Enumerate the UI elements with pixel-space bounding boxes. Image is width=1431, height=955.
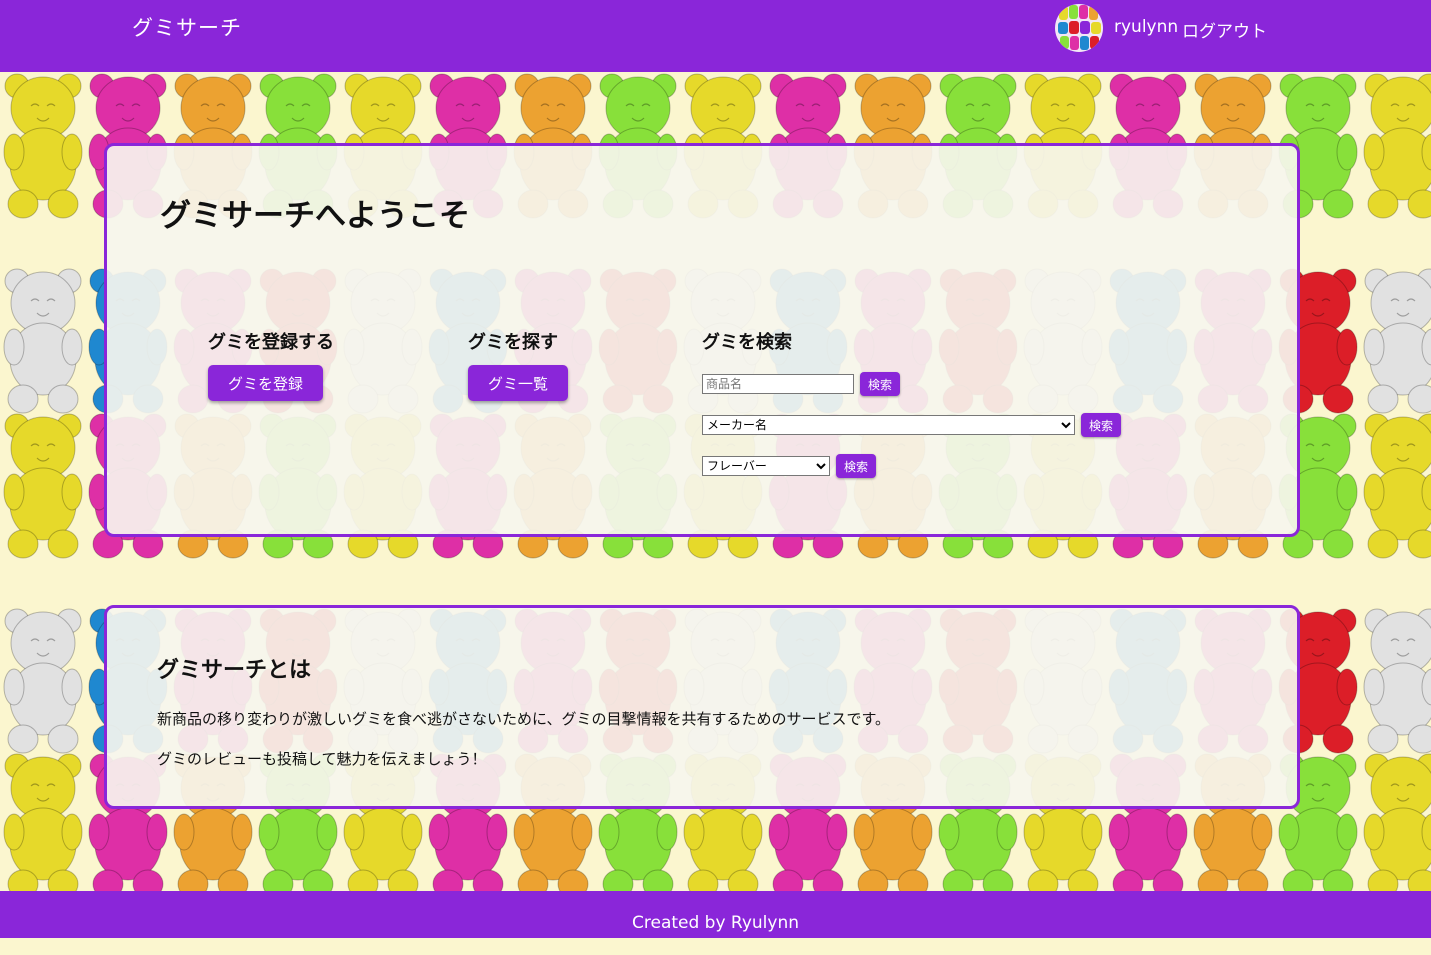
about-description: 新商品の移り変わりが激しいグミを食べ逃がさないために、グミの目撃情報を共有するた… [157, 710, 891, 728]
gummy-bear-icon [1363, 608, 1431, 754]
footer: Created by Ryulynn [0, 891, 1431, 938]
logout-link[interactable]: ログアウト [1182, 17, 1267, 42]
gummy-bear-icon [3, 268, 83, 414]
welcome-title: グミサーチへようこそ [160, 198, 470, 234]
gummy-bear-icon [3, 608, 83, 754]
gummy-bear-icon [1363, 753, 1431, 891]
maker-search-button[interactable]: 検索 [1081, 413, 1122, 437]
footer-credit: Created by Ryulynn [632, 913, 799, 933]
product-name-input[interactable] [702, 374, 854, 394]
browse-heading: グミを探す [468, 332, 558, 353]
brand-link[interactable]: グミサーチ [132, 12, 242, 42]
search-heading: グミを検索 [702, 332, 792, 353]
username-link[interactable]: ryulynn [1114, 17, 1178, 37]
name-search-button[interactable]: 検索 [860, 372, 901, 396]
gummy-bear-icon [3, 413, 83, 559]
gummy-bear-icon [1363, 73, 1431, 219]
gummy-bear-icon [1363, 268, 1431, 414]
about-panel: グミサーチとは 新商品の移り変わりが激しいグミを食べ逃がさないために、グミの目撃… [104, 605, 1300, 809]
gummy-bear-icon [3, 753, 83, 891]
register-gummy-button[interactable]: グミを登録 [208, 365, 324, 401]
welcome-panel: グミサーチへようこそ グミを登録する グミを登録 グミを探す グミ一覧 グミを検… [104, 143, 1300, 537]
top-navbar: グミサーチ ryulynn ログアウト [0, 0, 1431, 72]
maker-select[interactable]: メーカー名 [702, 415, 1075, 435]
about-title: グミサーチとは [157, 658, 312, 683]
flavor-select[interactable]: フレーバー [702, 456, 830, 476]
gummy-avatar-icon [1055, 4, 1103, 52]
gummy-list-button[interactable]: グミ一覧 [468, 365, 569, 401]
register-heading: グミを登録する [208, 332, 334, 353]
user-avatar[interactable] [1055, 4, 1103, 52]
gummy-bear-icon [3, 73, 83, 219]
flavor-search-button[interactable]: 検索 [836, 454, 877, 478]
about-review-note: グミのレビューも投稿して魅力を伝えましょう！ [157, 750, 487, 768]
gummy-bear-icon [1363, 413, 1431, 559]
